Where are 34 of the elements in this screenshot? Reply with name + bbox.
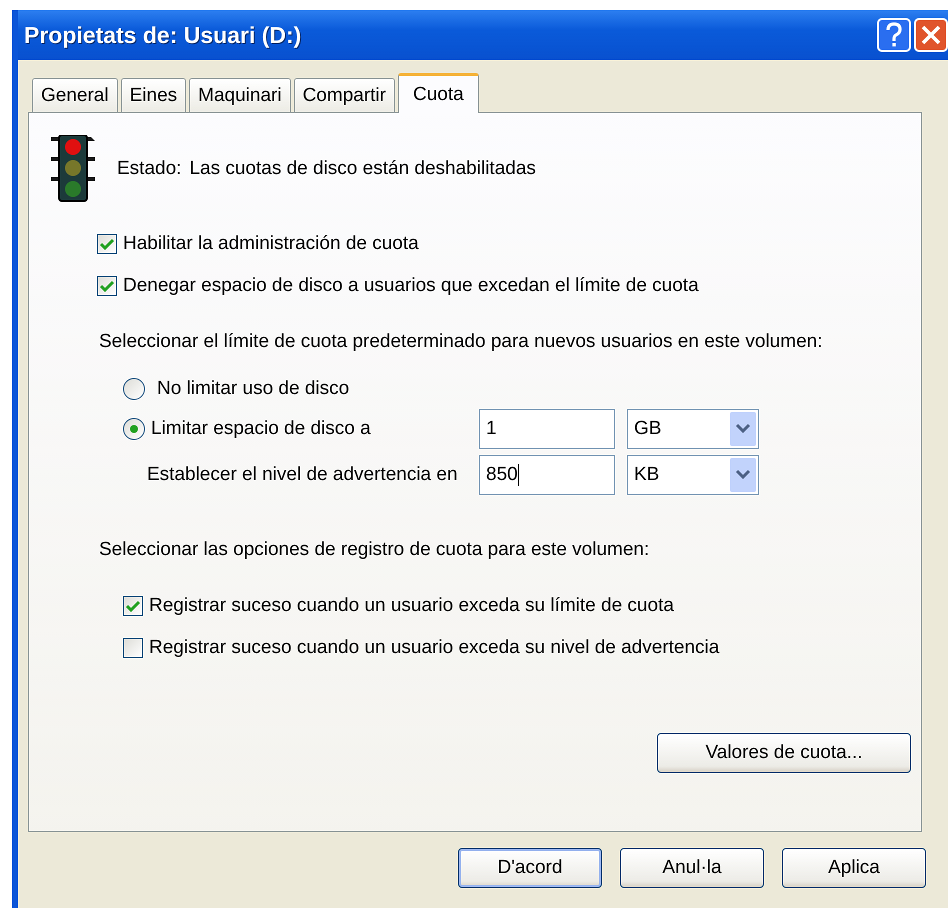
checkbox-label[interactable]: Denegar espacio de disco a usuarios que excedan el límite de cuota	[123, 275, 699, 297]
checkbox[interactable]	[123, 596, 143, 616]
dialog-button[interactable]: D'acord	[458, 848, 602, 888]
radio-button[interactable]	[123, 418, 145, 440]
tab[interactable]: Cuota	[398, 73, 479, 113]
checkbox-label[interactable]: Habilitar la administración de cuota	[123, 233, 419, 255]
quota-entries-button[interactable]: Valores de cuota...	[657, 733, 911, 773]
radio-label[interactable]: No limitar uso de disco	[157, 378, 350, 400]
dialog-button[interactable]: Aplica	[782, 848, 926, 888]
tab[interactable]: Maquinari	[189, 78, 291, 112]
traffic-light-icon	[51, 135, 95, 203]
radio-button[interactable]	[123, 378, 145, 400]
unit-dropdown[interactable]: KB	[627, 455, 759, 495]
dialog-button[interactable]: Anul·la	[620, 848, 764, 888]
checkbox[interactable]	[97, 276, 117, 296]
warning-field[interactable]: 850	[479, 455, 615, 495]
window-title: Propietats de: Usuari (D:)	[24, 22, 302, 48]
status-label: Estado:	[117, 158, 182, 180]
status-text: Las cuotas de disco están deshabilitadas	[189, 158, 536, 180]
radio-label[interactable]: Limitar espacio de disco a	[151, 418, 371, 440]
checkbox[interactable]	[97, 234, 117, 254]
checkbox[interactable]	[123, 638, 143, 658]
limit-prompt: Seleccionar el límite de cuota predeterminado para nuevos usuarios en este volumen:	[99, 331, 824, 353]
checkbox-label[interactable]: Registrar suceso cuando un usuario exceda su límite de cuota	[149, 595, 674, 617]
checkbox-label[interactable]: Registrar suceso cuando un usuario exceda su nivel de advertencia	[149, 637, 720, 659]
tab[interactable]: Compartir	[294, 78, 395, 112]
close-icon[interactable]	[914, 18, 948, 52]
help-icon[interactable]	[877, 18, 911, 52]
limit-field[interactable]: 1	[479, 409, 615, 449]
tab[interactable]: General	[32, 78, 118, 112]
logging-prompt: Seleccionar las opciones de registro de cuota para este volumen:	[99, 539, 650, 561]
tab[interactable]: Eines	[120, 78, 186, 112]
warning-label: Establecer el nivel de advertencia en	[147, 464, 458, 486]
unit-dropdown[interactable]: GB	[627, 409, 759, 449]
